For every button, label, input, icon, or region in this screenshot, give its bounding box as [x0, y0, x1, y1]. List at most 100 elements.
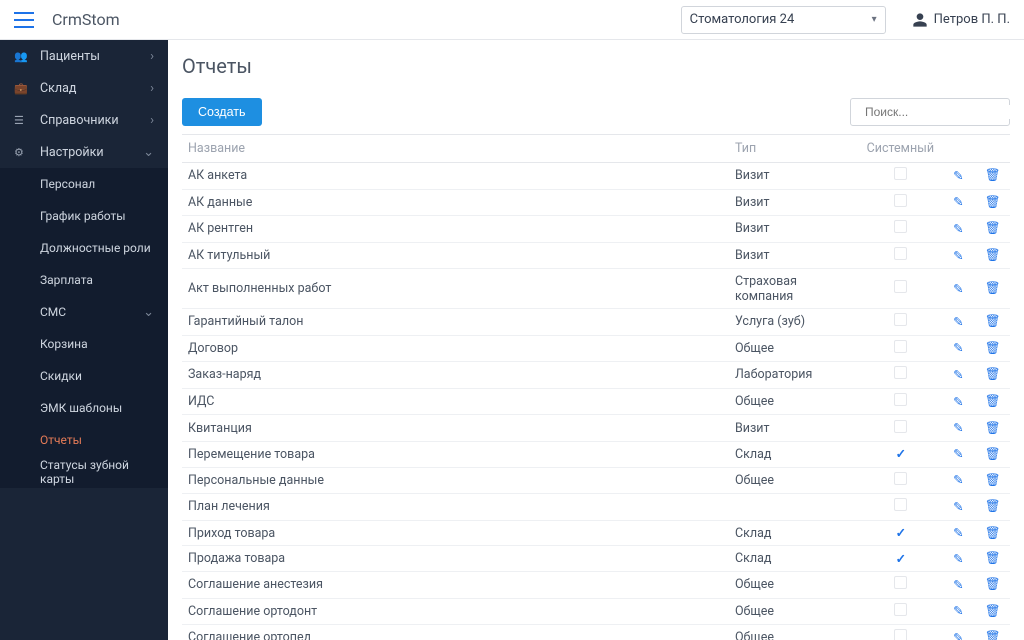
sidebar-sub-item[interactable]: Зарплата [0, 264, 168, 296]
checkbox-empty-icon [894, 220, 907, 233]
sidebar-sub-item[interactable]: ЭМК шаблоны [0, 392, 168, 424]
edit-icon[interactable]: ✎ [953, 473, 963, 488]
delete-icon[interactable]: 🗑 [985, 195, 1001, 210]
delete-icon[interactable]: 🗑 [985, 367, 1001, 382]
col-header-type[interactable]: Тип [729, 135, 861, 163]
delete-icon[interactable]: 🗑 [985, 221, 1001, 236]
table-row[interactable]: КвитанцияВизит✎🗑 [182, 415, 1010, 442]
edit-icon[interactable]: ✎ [953, 631, 963, 640]
table-row[interactable]: АК титульныйВизит✎🗑 [182, 242, 1010, 269]
edit-icon[interactable]: ✎ [953, 282, 963, 297]
edit-icon[interactable]: ✎ [953, 195, 963, 210]
table-row[interactable]: Персональные данныеОбщее✎🗑 [182, 467, 1010, 494]
checkbox-empty-icon [894, 576, 907, 589]
menu-toggle-icon[interactable] [14, 12, 34, 28]
cell-system [861, 415, 941, 442]
table-row[interactable]: ИДСОбщее✎🗑 [182, 388, 1010, 415]
delete-icon[interactable]: 🗑 [985, 577, 1001, 592]
table-row[interactable]: Соглашение ортодонтОбщее✎🗑 [182, 598, 1010, 625]
user-name: Петров П. П. [934, 12, 1010, 27]
sidebar-sub-item[interactable]: Должностные роли [0, 232, 168, 264]
edit-icon[interactable]: ✎ [953, 500, 963, 515]
cell-type: Общее [729, 571, 861, 598]
search-box[interactable] [850, 98, 1010, 126]
cell-system [861, 362, 941, 389]
edit-icon[interactable]: ✎ [953, 552, 963, 567]
cell-type [729, 494, 861, 521]
sidebar-sub-item[interactable]: Скидки [0, 360, 168, 392]
delete-icon[interactable]: 🗑 [985, 248, 1001, 263]
col-header-name[interactable]: Название [182, 135, 729, 163]
edit-icon[interactable]: ✎ [953, 222, 963, 237]
edit-icon[interactable]: ✎ [953, 341, 963, 356]
cell-system [861, 335, 941, 362]
delete-icon[interactable]: 🗑 [985, 341, 1001, 356]
delete-icon[interactable]: 🗑 [985, 604, 1001, 619]
cell-name: Договор [182, 335, 729, 362]
checkbox-empty-icon [894, 340, 907, 353]
cell-system [861, 494, 941, 521]
edit-icon[interactable]: ✎ [953, 249, 963, 264]
edit-icon[interactable]: ✎ [953, 421, 963, 436]
table-row[interactable]: Акт выполненных работСтраховая компания✎… [182, 269, 1010, 309]
edit-icon[interactable]: ✎ [953, 169, 963, 184]
cell-type: Склад [729, 520, 861, 546]
cell-name: Гарантийный талон [182, 308, 729, 335]
table-row[interactable]: ДоговорОбщее✎🗑 [182, 335, 1010, 362]
edit-icon[interactable]: ✎ [953, 395, 963, 410]
sidebar-sub-item[interactable]: Персонал [0, 168, 168, 200]
cell-type: Визит [729, 216, 861, 243]
table-row[interactable]: Перемещение товараСклад✓✎🗑 [182, 441, 1010, 467]
table-row[interactable]: АК рентгенВизит✎🗑 [182, 216, 1010, 243]
sidebar-sub-item[interactable]: Корзина [0, 328, 168, 360]
edit-icon[interactable]: ✎ [953, 526, 963, 541]
sidebar-sub-item[interactable]: График работы [0, 200, 168, 232]
table-row[interactable]: Приход товараСклад✓✎🗑 [182, 520, 1010, 546]
delete-icon[interactable]: 🗑 [985, 421, 1001, 436]
edit-icon[interactable]: ✎ [953, 315, 963, 330]
sidebar-item-warehouse[interactable]: 💼 Склад › [0, 72, 168, 104]
sidebar-sub-item[interactable]: СМС⌄ [0, 296, 168, 328]
delete-icon[interactable]: 🗑 [985, 168, 1001, 183]
toolbar: Создать [182, 98, 1010, 126]
table-row[interactable]: Гарантийный талонУслуга (зуб)✎🗑 [182, 308, 1010, 335]
table-row[interactable]: Соглашение ортопедОбщее✎🗑 [182, 625, 1010, 640]
checkbox-empty-icon [894, 393, 907, 406]
checkbox-empty-icon [894, 498, 907, 511]
cell-name: АК анкета [182, 163, 729, 190]
table-row[interactable]: План лечения✎🗑 [182, 494, 1010, 521]
sidebar-sub-item[interactable]: Отчеты [0, 424, 168, 456]
delete-icon[interactable]: 🗑 [985, 314, 1001, 329]
table-row[interactable]: АК анкетаВизит✎🗑 [182, 163, 1010, 190]
table-row[interactable]: Заказ-нарядЛаборатория✎🗑 [182, 362, 1010, 389]
edit-icon[interactable]: ✎ [953, 368, 963, 383]
sidebar-item-directories[interactable]: ☰ Справочники › [0, 104, 168, 136]
col-header-system[interactable]: Системный [861, 135, 941, 163]
delete-icon[interactable]: 🗑 [985, 447, 1001, 462]
delete-icon[interactable]: 🗑 [985, 394, 1001, 409]
edit-icon[interactable]: ✎ [953, 447, 963, 462]
delete-icon[interactable]: 🗑 [985, 526, 1001, 541]
cell-system: ✓ [861, 546, 941, 572]
delete-icon[interactable]: 🗑 [985, 281, 1001, 296]
clinic-select[interactable]: Стоматология 24 ▾ [681, 6, 886, 34]
edit-icon[interactable]: ✎ [953, 604, 963, 619]
sidebar-item-settings[interactable]: ⚙ Настройки ⌄ [0, 136, 168, 168]
chevron-down-icon: ⌄ [143, 145, 154, 160]
delete-icon[interactable]: 🗑 [985, 551, 1001, 566]
delete-icon[interactable]: 🗑 [985, 499, 1001, 514]
sidebar-sub-item[interactable]: Статусы зубной карты [0, 456, 168, 488]
search-input[interactable] [865, 105, 1020, 119]
cell-type: Визит [729, 242, 861, 269]
cell-system [861, 571, 941, 598]
user-menu[interactable]: Петров П. П. [912, 12, 1010, 28]
edit-icon[interactable]: ✎ [953, 578, 963, 593]
table-row[interactable]: АК данныеВизит✎🗑 [182, 189, 1010, 216]
cell-name: АК данные [182, 189, 729, 216]
table-row[interactable]: Продажа товараСклад✓✎🗑 [182, 546, 1010, 572]
delete-icon[interactable]: 🗑 [985, 630, 1001, 640]
create-button[interactable]: Создать [182, 98, 262, 126]
delete-icon[interactable]: 🗑 [985, 473, 1001, 488]
table-row[interactable]: Соглашение анестезияОбщее✎🗑 [182, 571, 1010, 598]
sidebar-item-patients[interactable]: 👥 Пациенты › [0, 40, 168, 72]
